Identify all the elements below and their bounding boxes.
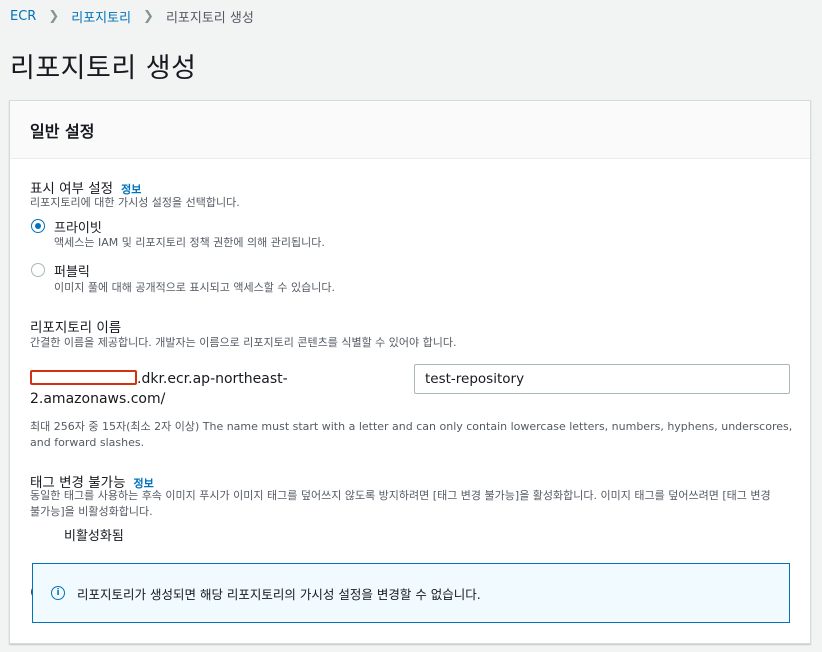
repo-uri-prefix-line2: 2.amazonaws.com/ (30, 391, 166, 407)
radio-public-description: 이미지 풀에 대해 공개적으로 표시되고 액세스할 수 있습니다. (54, 281, 335, 294)
visibility-alert: i 리포지토리가 생성되면 해당 리포지토리의 가시성 설정을 변경할 수 없습… (32, 563, 790, 623)
alert-text: 리포지토리가 생성되면 해당 리포지토리의 가시성 설정을 변경할 수 없습니다… (77, 586, 481, 602)
radio-public[interactable] (31, 263, 45, 277)
redacted-account-id (30, 370, 137, 385)
radio-private[interactable] (31, 219, 45, 233)
constraint-line-1: 최대 256자 중 15자(최소 2자 이상) The name must st… (30, 420, 793, 433)
chevron-right-icon: ❯ (143, 8, 154, 24)
panel-title: 일반 설정 (30, 121, 95, 141)
radio-private-label[interactable]: 프라이빗 (54, 217, 102, 236)
repo-uri-prefix-line1: .dkr.ecr.ap-northeast- (137, 371, 288, 387)
tag-immutability-description: 동일한 태그를 사용하는 후속 이미지 푸시가 이미지 태그를 덮어쓰지 않도록… (30, 488, 805, 520)
breadcrumb-current: 리포지토리 생성 (165, 10, 254, 26)
constraint-line-2: and forward slashes. (30, 436, 145, 449)
tag-desc-line-2: 불가능]을 비활성화합니다. (30, 505, 153, 518)
breadcrumb: ECR ❯ 리포지토리 ❯ 리포지토리 생성 (10, 6, 254, 26)
info-icon: i (51, 586, 65, 600)
breadcrumb-ecr[interactable]: ECR (10, 9, 36, 24)
panel-header: 일반 설정 (10, 101, 810, 159)
page-title: 리포지토리 생성 (10, 53, 197, 84)
general-settings-panel: 일반 설정 표시 여부 설정 정보 리포지토리에 대한 가시성 설정을 선택합니다… (9, 100, 811, 644)
radio-private-description: 액세스는 IAM 및 리포지토리 정책 권한에 의해 관리됩니다. (54, 236, 325, 249)
visibility-description: 리포지토리에 대한 가시성 설정을 선택합니다. (30, 196, 240, 209)
repo-name-label: 리포지토리 이름 (30, 320, 122, 336)
breadcrumb-repositories[interactable]: 리포지토리 (71, 7, 131, 26)
repo-name-input[interactable] (414, 364, 790, 394)
repo-name-constraint: 최대 256자 중 15자(최소 2자 이상) The name must st… (30, 419, 800, 451)
repo-name-description: 간결한 이름을 제공합니다. 개발자는 이름으로 리포지토리 콘텐츠를 식별할 … (30, 336, 457, 349)
tag-immutability-toggle-label: 비활성화됨 (64, 529, 124, 544)
chevron-right-icon: ❯ (48, 8, 60, 24)
tag-desc-line-1: 동일한 태그를 사용하는 후속 이미지 푸시가 이미지 태그를 덮어쓰지 않도록… (30, 489, 771, 502)
visibility-label-row: 표시 여부 설정 정보 (30, 177, 141, 197)
radio-public-label[interactable]: 퍼블릭 (54, 261, 90, 280)
